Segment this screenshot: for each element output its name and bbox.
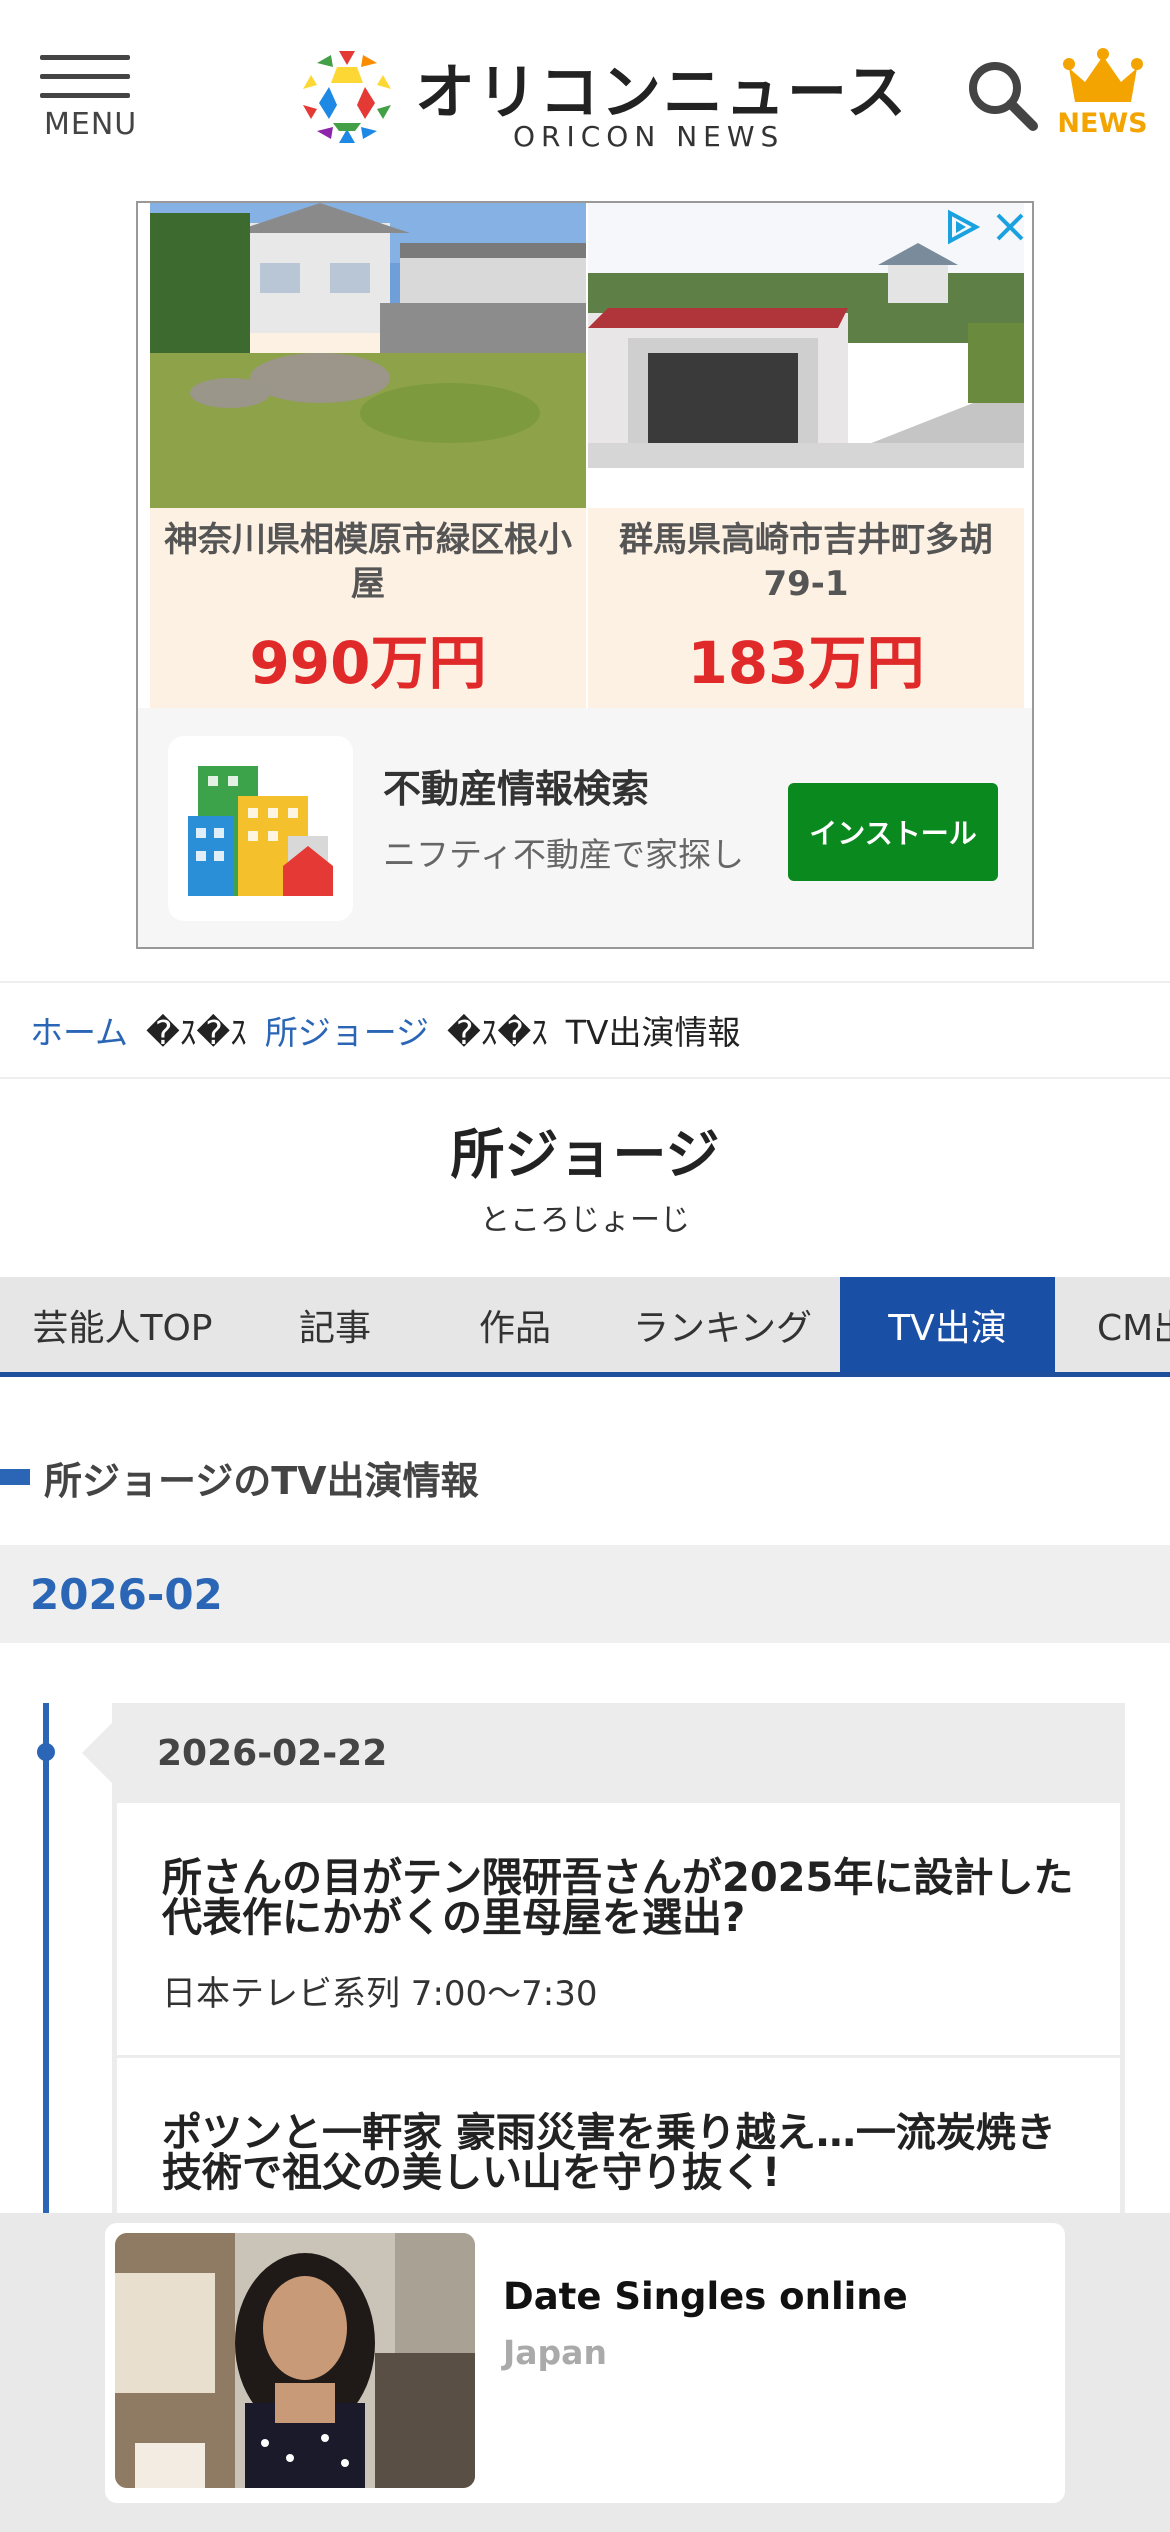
close-icon[interactable] (994, 211, 1026, 243)
date-pointer (82, 1722, 113, 1784)
program-item[interactable]: ポツンと一軒家 豪雨災害を乗り越え…一流炭焼き技術で祖父の美しい山を守り抜く! (117, 2058, 1120, 2236)
site-header: MENU オリコンニュース ORICON NEWS NEWS (0, 0, 1170, 190)
bottom-ad-subtitle: Japan (503, 2333, 607, 2372)
tab-ranking[interactable]: ランキング (605, 1277, 840, 1372)
search-icon (969, 62, 1038, 131)
oricon-logo[interactable]: オリコンニュース ORICON NEWS (295, 40, 906, 160)
building-app-icon (168, 736, 353, 921)
ad-app-title: 不動産情報検索 (383, 767, 650, 811)
timeline-dot (37, 1743, 55, 1761)
date-label: 2026-02-22 (157, 1732, 388, 1774)
adchoices-icon[interactable] (944, 209, 980, 245)
news-label: NEWS (1057, 108, 1148, 139)
tab-works[interactable]: 作品 (425, 1277, 605, 1372)
section-heading: 所ジョージのTV出演情報 (0, 1447, 479, 1507)
real-estate-ad[interactable]: 神奈川県相模原市緑区根小屋 990万円 群馬県高崎市吉井町多胡79-1 183万… (136, 201, 1034, 949)
section-marker (0, 1469, 30, 1485)
tab-articles[interactable]: 記事 (245, 1277, 425, 1372)
ad-listing-photo (588, 203, 1024, 508)
artist-header: 所ジョージ ところじょーじ (0, 1110, 1170, 1239)
timeline-line (43, 1703, 49, 2243)
tab-top[interactable]: 芸能人TOP (0, 1277, 245, 1372)
menu-button[interactable]: MENU (40, 55, 140, 145)
ad-app-promo[interactable]: 不動産情報検索 ニフティ不動産で家探し インストール (138, 708, 1032, 947)
page-title: 所ジョージ (450, 1123, 720, 1186)
ad-listing-location: 神奈川県相模原市緑区根小屋 (164, 520, 572, 604)
bottom-ad-photo (115, 2233, 475, 2488)
program-channel: 日本テレビ系列 7:00～7:30 (162, 1974, 598, 2014)
ad-app-subtitle: ニフティ不動産で家探し (383, 835, 745, 874)
ad-listing-price: 990万円 (249, 629, 487, 697)
ad-listing-location: 群馬県高崎市吉井町多胡79-1 (619, 520, 993, 604)
program-list: 所さんの目がテン隈研吾さんが2025年に設計した代表作にかがくの里母屋を選出? … (112, 1803, 1125, 2243)
date-header: 2026-02-22 (112, 1703, 1125, 1803)
search-button[interactable] (965, 58, 1040, 133)
news-button[interactable]: NEWS (1055, 48, 1150, 143)
ad-listing-photo (150, 203, 586, 508)
ad-listing-price: 183万円 (687, 629, 925, 697)
logo-text-jp: オリコンニュース (415, 58, 908, 128)
month-label: 2026-02 (30, 1569, 223, 1619)
program-item[interactable]: 所さんの目がテン隈研吾さんが2025年に設計した代表作にかがくの里母屋を選出? … (117, 1803, 1120, 2058)
crown-icon (1062, 48, 1143, 102)
artist-tabs: 芸能人TOP 記事 作品 ランキング TV出演 CM出演 (0, 1277, 1170, 1377)
breadcrumb-current: TV出演情報 (565, 1013, 741, 1052)
oricon-logo-mark-icon (303, 51, 391, 143)
program-title[interactable]: 所さんの目がテン隈研吾さんが2025年に設計した代表作にかがくの里母屋を選出? (162, 1858, 1080, 1938)
breadcrumb-separator: �ｽ�ｽ (146, 1013, 247, 1052)
artist-reading: ところじょーじ (480, 1203, 690, 1238)
install-button[interactable]: インストール (788, 783, 998, 881)
ad-choices[interactable] (944, 209, 1026, 245)
logo-text-en: ORICON NEWS (513, 120, 785, 153)
month-header: 2026-02 (0, 1545, 1170, 1643)
program-title[interactable]: ポツンと一軒家 豪雨災害を乗り越え…一流炭焼き技術で祖父の美しい山を守り抜く! (162, 2113, 1080, 2193)
bottom-sticky-ad[interactable]: Date Singles online Japan (0, 2213, 1170, 2532)
bottom-ad-title: Date Singles online (503, 2275, 908, 2318)
ad-listing-card[interactable]: 神奈川県相模原市緑区根小屋 990万円 (150, 203, 586, 708)
breadcrumb-separator: �ｽ�ｽ (447, 1013, 548, 1052)
breadcrumb-home-link[interactable]: ホーム (30, 1006, 128, 1054)
ad-listing-card[interactable]: 群馬県高崎市吉井町多胡79-1 183万円 (588, 203, 1024, 708)
section-title: 所ジョージのTV出演情報 (44, 1458, 479, 1503)
tab-cm[interactable]: CM出演 (1055, 1277, 1170, 1372)
breadcrumb-artist-link[interactable]: 所ジョージ (265, 1006, 429, 1054)
tab-tv[interactable]: TV出演 (840, 1277, 1055, 1372)
bottom-ad-card[interactable]: Date Singles online Japan (105, 2223, 1065, 2503)
hamburger-menu-icon (40, 55, 140, 98)
breadcrumb: ホーム �ｽ�ｽ 所ジョージ �ｽ�ｽ TV出演情報 (0, 981, 1170, 1079)
menu-label: MENU (44, 107, 138, 142)
